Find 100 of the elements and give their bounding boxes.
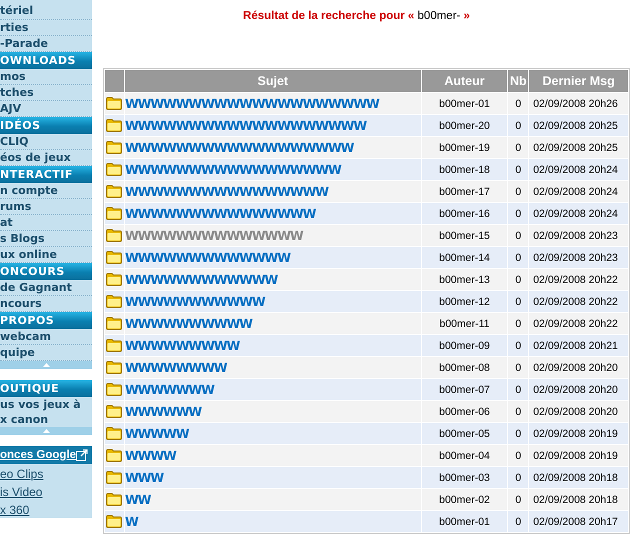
folder-icon: [106, 383, 122, 396]
caret-up-icon: [42, 429, 50, 433]
count-cell: 0: [508, 357, 528, 378]
author-cell: b00mer-08: [422, 357, 508, 378]
folder-icon: [106, 141, 122, 154]
folder-icon: [106, 493, 122, 506]
count-cell: 0: [508, 203, 528, 224]
menu-text: x canon: [0, 412, 92, 427]
date-cell: 02/09/2008 20h23: [529, 247, 628, 268]
count-cell: 0: [508, 291, 528, 312]
count-cell: 0: [508, 115, 528, 136]
topic-link[interactable]: WWWWWW: [124, 404, 202, 419]
date-cell: 02/09/2008 20h24: [529, 203, 628, 224]
menu-link[interactable]: AJV: [0, 101, 92, 117]
count-cell: 0: [508, 247, 528, 268]
folder-icon: [106, 119, 122, 132]
menu-section-header: IDÉOS: [0, 117, 92, 134]
date-cell: 02/09/2008 20h18: [529, 467, 628, 488]
date-cell: 02/09/2008 20h20: [529, 401, 628, 422]
column-header[interactable]: Sujet: [124, 70, 421, 92]
column-header[interactable]: Dernier Msg: [529, 70, 628, 92]
collapse-bar[interactable]: [0, 361, 92, 369]
date-cell: 02/09/2008 20h19: [529, 445, 628, 466]
menu-link[interactable]: s Blogs: [0, 231, 92, 247]
menu-link[interactable]: ux online: [0, 247, 92, 263]
menu-link[interactable]: de Gagnant: [0, 280, 92, 296]
menu-link[interactable]: ncours: [0, 296, 92, 312]
author-cell: b00mer-05: [422, 423, 508, 444]
author-cell: b00mer-09: [422, 335, 508, 356]
menu-link[interactable]: mos: [0, 69, 92, 85]
folder-icon: [106, 229, 122, 242]
collapse-bar[interactable]: [0, 427, 92, 435]
menu-section-header: OUTIQUE: [0, 380, 92, 397]
count-cell: 0: [508, 445, 528, 466]
folder-icon: [106, 471, 122, 484]
date-cell: 02/09/2008 20h19: [529, 423, 628, 444]
topic-link[interactable]: WWW: [124, 470, 164, 485]
topic-link[interactable]: W: [124, 514, 138, 529]
folder-icon: [106, 163, 122, 176]
count-cell: 0: [508, 335, 528, 356]
author-cell: b00mer-06: [422, 401, 508, 422]
author-cell: b00mer-18: [422, 159, 508, 180]
menu-link[interactable]: CLIQ: [0, 134, 92, 150]
menu-link[interactable]: at: [0, 215, 92, 231]
count-cell: 0: [508, 379, 528, 400]
menu-link[interactable]: quipe: [0, 345, 92, 361]
folder-icon: [106, 405, 122, 418]
date-cell: 02/09/2008 20h25: [529, 115, 628, 136]
count-cell: 0: [508, 401, 528, 422]
menu-link[interactable]: tériel: [0, 0, 92, 20]
topic-link[interactable]: WW: [124, 492, 150, 507]
date-cell: 02/09/2008 20h24: [529, 181, 628, 202]
author-cell: b00mer-15: [422, 225, 508, 246]
column-header[interactable]: Nb: [508, 70, 528, 92]
folder-icon: [106, 251, 122, 264]
folder-icon: [106, 427, 122, 440]
folder-icon: [106, 273, 122, 286]
menu-text: us vos jeux à: [0, 397, 92, 412]
author-cell: b00mer-03: [422, 467, 508, 488]
folder-icon: [106, 185, 122, 198]
date-cell: 02/09/2008 20h26: [529, 93, 628, 114]
count-cell: 0: [508, 159, 528, 180]
date-cell: 02/09/2008 20h22: [529, 313, 628, 334]
menu-link[interactable]: webcam: [0, 329, 92, 345]
external-link-icon[interactable]: [76, 449, 88, 461]
menu-link[interactable]: tches: [0, 85, 92, 101]
menu-link[interactable]: éos de jeux: [0, 150, 92, 166]
menu-link[interactable]: -Parade: [0, 36, 92, 52]
ads-title[interactable]: onces Google: [0, 449, 76, 461]
menu-link[interactable]: rums: [0, 199, 92, 215]
topic-link[interactable]: WWWWW: [124, 426, 188, 441]
folder-icon: [106, 97, 122, 110]
count-cell: 0: [508, 225, 528, 246]
author-cell: b00mer-19: [422, 137, 508, 158]
author-cell: b00mer-12: [422, 291, 508, 312]
date-cell: 02/09/2008 20h25: [529, 137, 628, 158]
author-cell: b00mer-01: [422, 93, 508, 114]
count-cell: 0: [508, 181, 528, 202]
folder-icon: [106, 449, 122, 462]
date-cell: 02/09/2008 20h22: [529, 269, 628, 290]
author-cell: b00mer-14: [422, 247, 508, 268]
menu-link[interactable]: rties: [0, 20, 92, 36]
count-cell: 0: [508, 467, 528, 488]
date-cell: 02/09/2008 20h18: [529, 489, 628, 510]
author-cell: b00mer-16: [422, 203, 508, 224]
folder-icon: [106, 339, 122, 352]
author-cell: b00mer-20: [422, 115, 508, 136]
date-cell: 02/09/2008 20h17: [529, 511, 628, 532]
caret-up-icon: [42, 363, 50, 367]
menu-link[interactable]: n compte: [0, 183, 92, 199]
folder-icon: [106, 361, 122, 374]
author-cell: b00mer-01: [422, 511, 508, 532]
menu-section-header: NTERACTIF: [0, 166, 92, 183]
author-cell: b00mer-02: [422, 489, 508, 510]
count-cell: 0: [508, 489, 528, 510]
author-cell: b00mer-04: [422, 445, 508, 466]
menu-section-header: ONCOURS: [0, 263, 92, 280]
folder-icon: [106, 515, 122, 528]
topic-link[interactable]: WWWW: [124, 448, 176, 463]
column-header[interactable]: Auteur: [422, 70, 508, 92]
